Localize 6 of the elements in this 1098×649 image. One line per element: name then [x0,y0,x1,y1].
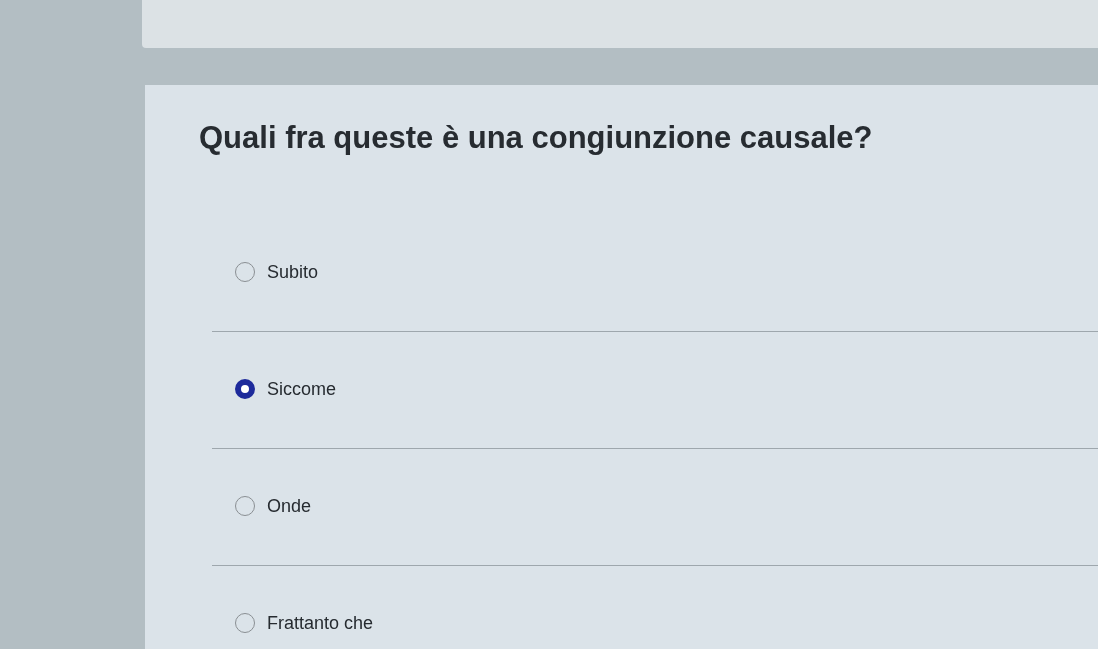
option-label[interactable]: Onde [267,495,312,517]
question-text: Quali fra queste è una congiunzione causale? [199,119,873,157]
option-label[interactable]: Frattanto che [267,612,374,634]
option-label[interactable]: Subito [267,261,319,283]
option-label[interactable]: Siccome [267,378,337,400]
radio-button[interactable] [235,379,255,399]
